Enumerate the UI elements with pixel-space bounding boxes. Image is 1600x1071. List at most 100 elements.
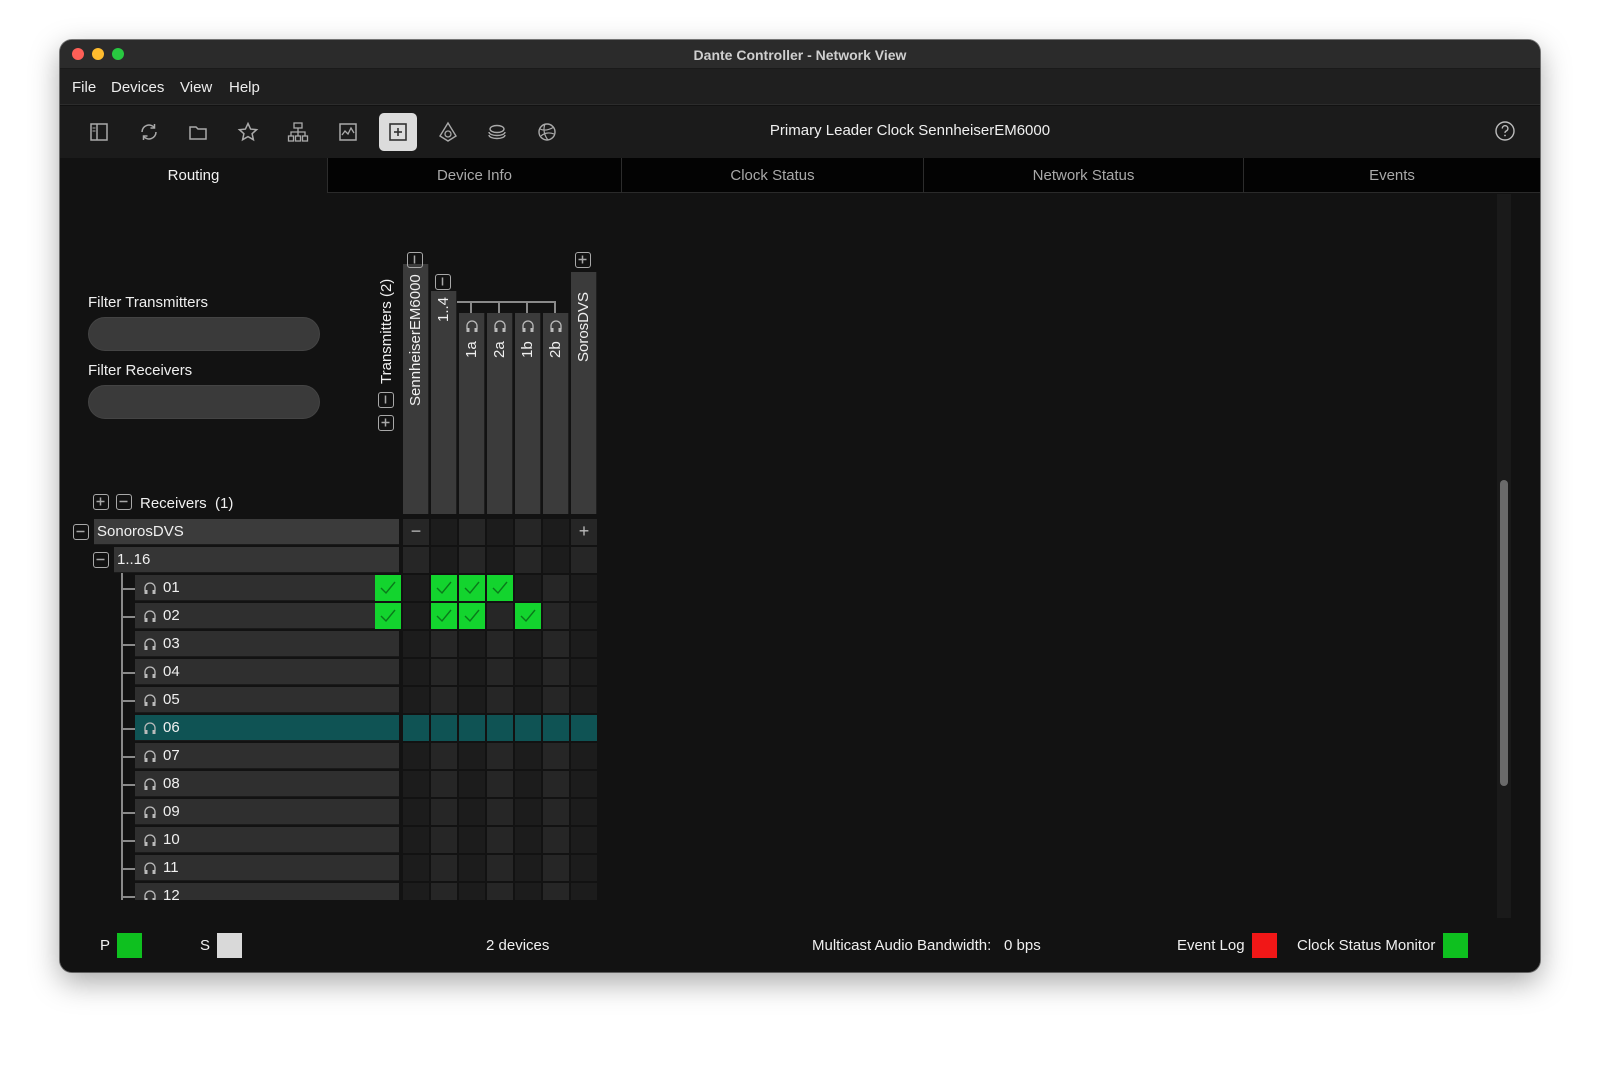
routing-cell[interactable] — [487, 603, 513, 629]
routing-cell[interactable] — [431, 799, 457, 825]
routing-cell[interactable] — [543, 575, 569, 601]
menu-file[interactable]: File — [72, 79, 96, 96]
routing-cell[interactable] — [431, 547, 457, 573]
routing-cell[interactable] — [403, 603, 429, 629]
routing-cell[interactable] — [403, 575, 429, 601]
routing-cell[interactable]: + — [571, 519, 597, 545]
routing-cell[interactable] — [487, 659, 513, 685]
rx-channel-row[interactable]: 02 — [135, 603, 399, 629]
routing-cell[interactable] — [431, 687, 457, 713]
routing-cell[interactable] — [571, 575, 597, 601]
routing-cell[interactable] — [431, 519, 457, 545]
routing-cell[interactable] — [459, 743, 485, 769]
tab-routing[interactable]: Routing — [60, 158, 328, 193]
routing-cell[interactable] — [487, 715, 513, 741]
routing-cell[interactable] — [403, 855, 429, 881]
routing-cell[interactable] — [459, 715, 485, 741]
scrollbar-thumb[interactable] — [1500, 480, 1508, 786]
collapse-rx-device-icon[interactable] — [73, 524, 89, 540]
expand-all-receivers-icon[interactable] — [93, 494, 109, 510]
routing-cell[interactable] — [515, 687, 541, 713]
routing-cell[interactable] — [487, 547, 513, 573]
routing-cell[interactable] — [487, 631, 513, 657]
star-icon[interactable] — [229, 113, 267, 151]
rx-channel-row[interactable]: 06 — [135, 715, 399, 741]
routing-cell[interactable] — [403, 883, 429, 900]
rx-channel-row[interactable]: 05 — [135, 687, 399, 713]
folder-icon[interactable] — [179, 113, 217, 151]
collapse-all-receivers-icon[interactable] — [116, 494, 132, 510]
routing-cell[interactable] — [459, 771, 485, 797]
rx-channel-row[interactable]: 10 — [135, 827, 399, 853]
routing-cell[interactable] — [515, 883, 541, 900]
collapse-group-icon[interactable] — [435, 274, 451, 290]
tab-clock-status[interactable]: Clock Status — [622, 158, 924, 193]
tab-network-status[interactable]: Network Status — [924, 158, 1244, 193]
collapse-rx-group-icon[interactable] — [93, 552, 109, 568]
routing-cell[interactable] — [515, 855, 541, 881]
routing-cell[interactable] — [515, 519, 541, 545]
menu-devices[interactable]: Devices — [111, 79, 164, 96]
expand-all-transmitters-icon[interactable] — [378, 415, 394, 431]
rx-channel-row[interactable]: 07 — [135, 743, 399, 769]
routing-cell[interactable] — [571, 659, 597, 685]
clock-monitor-indicator[interactable] — [1443, 933, 1468, 958]
monitor-chart-icon[interactable] — [329, 113, 367, 151]
routing-cell[interactable] — [543, 771, 569, 797]
clock-icon[interactable] — [429, 113, 467, 151]
collapse-sennheiser-icon[interactable] — [407, 252, 423, 268]
sidebar-icon[interactable] — [80, 113, 118, 151]
event-log-indicator[interactable] — [1252, 933, 1277, 958]
routing-cell[interactable] — [571, 687, 597, 713]
routing-cell[interactable] — [571, 855, 597, 881]
tx-group-column[interactable] — [431, 291, 457, 514]
routing-cell[interactable] — [543, 855, 569, 881]
routing-cell[interactable] — [459, 855, 485, 881]
routing-cell[interactable] — [571, 799, 597, 825]
routing-cell[interactable] — [543, 631, 569, 657]
routing-cell[interactable] — [487, 519, 513, 545]
routing-cell[interactable] — [431, 575, 457, 601]
routing-cell[interactable] — [459, 799, 485, 825]
routing-cell[interactable] — [571, 771, 597, 797]
routing-cell[interactable] — [403, 631, 429, 657]
routing-cell[interactable] — [543, 799, 569, 825]
routing-cell[interactable] — [571, 883, 597, 900]
routing-cell[interactable] — [403, 687, 429, 713]
routing-cell[interactable] — [459, 687, 485, 713]
routing-cell[interactable]: − — [403, 519, 429, 545]
routing-cell[interactable] — [487, 575, 513, 601]
routing-cell[interactable] — [515, 547, 541, 573]
routing-cell[interactable] — [515, 799, 541, 825]
routing-cell[interactable] — [403, 799, 429, 825]
routing-cell[interactable] — [571, 743, 597, 769]
routing-cell[interactable] — [403, 743, 429, 769]
routing-cell[interactable] — [431, 883, 457, 900]
tab-events[interactable]: Events — [1244, 158, 1540, 193]
routing-cell[interactable] — [459, 603, 485, 629]
routing-cell[interactable] — [515, 715, 541, 741]
rx-channel-row[interactable]: 04 — [135, 659, 399, 685]
network-tree-icon[interactable] — [279, 113, 317, 151]
routing-cell[interactable] — [515, 603, 541, 629]
primary-network-indicator[interactable] — [117, 933, 142, 958]
routing-cell[interactable] — [487, 771, 513, 797]
routing-cell[interactable] — [431, 855, 457, 881]
tab-device-info[interactable]: Device Info — [328, 158, 622, 193]
routing-cell[interactable] — [403, 715, 429, 741]
globe-icon[interactable] — [528, 113, 566, 151]
rx-group-row[interactable]: 1..16 — [114, 547, 399, 573]
routing-cell[interactable] — [459, 547, 485, 573]
routing-cell[interactable] — [487, 799, 513, 825]
routing-cell[interactable] — [459, 827, 485, 853]
expand-soros-icon[interactable] — [575, 252, 591, 268]
routing-cell[interactable] — [571, 631, 597, 657]
routing-cell[interactable] — [543, 603, 569, 629]
routing-cell[interactable] — [459, 519, 485, 545]
routing-cell[interactable] — [515, 827, 541, 853]
routing-cell[interactable] — [571, 827, 597, 853]
routing-cell[interactable] — [431, 771, 457, 797]
vertical-scrollbar[interactable] — [1497, 194, 1511, 918]
menu-view[interactable]: View — [180, 79, 212, 96]
help-icon[interactable] — [1494, 120, 1516, 142]
